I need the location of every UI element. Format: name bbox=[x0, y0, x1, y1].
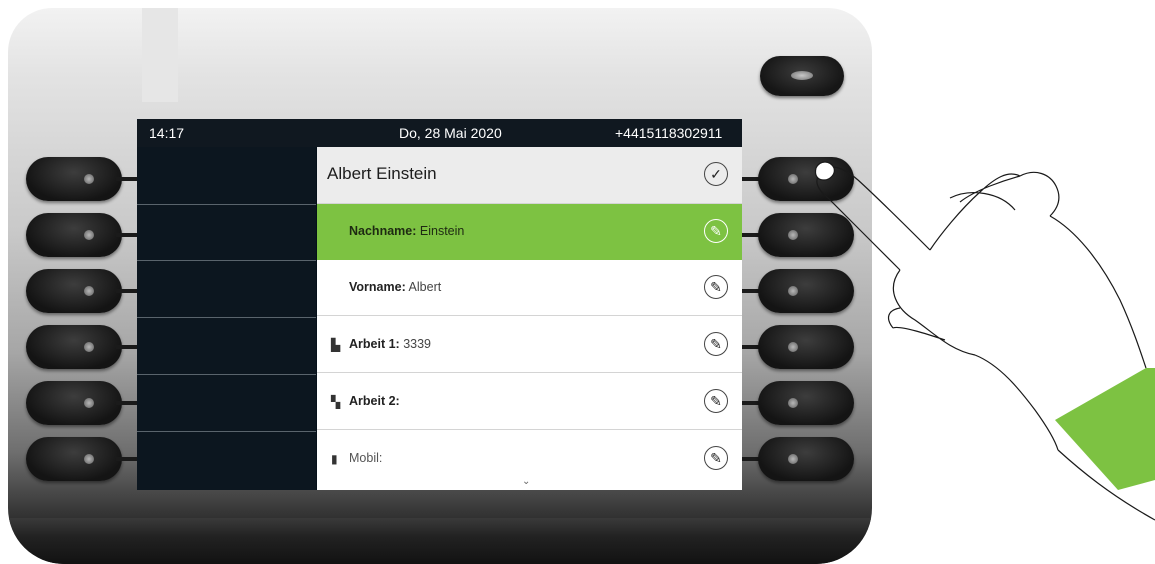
field-value: 3339 bbox=[403, 337, 432, 351]
field-label: Mobil: bbox=[349, 451, 383, 465]
field-row-vorname[interactable]: Vorname: Albert ✎ bbox=[317, 260, 742, 316]
checkmark-icon[interactable]: ✓ bbox=[704, 162, 728, 186]
divider bbox=[137, 317, 316, 318]
contact-edit-panel: Albert Einstein ✓ Nachname: Einstein ✎ V… bbox=[317, 147, 742, 490]
pencil-icon[interactable]: ✎ bbox=[704, 275, 728, 299]
left-softkey-4[interactable] bbox=[26, 325, 122, 369]
field-value: Albert bbox=[408, 280, 442, 294]
phone-tab bbox=[142, 8, 178, 102]
divider bbox=[137, 204, 316, 205]
field-value: Einstein bbox=[419, 224, 465, 238]
divider bbox=[137, 260, 316, 261]
left-softkey-2[interactable] bbox=[26, 213, 122, 257]
field-name: Arbeit 1 bbox=[349, 337, 396, 351]
phone-screen: 14:17 Do, 28 Mai 2020 +4415118302911 Alb… bbox=[137, 119, 742, 490]
status-number: +4415118302911 bbox=[615, 125, 723, 141]
left-softkey-6[interactable] bbox=[26, 437, 122, 481]
pencil-icon[interactable]: ✎ bbox=[704, 219, 728, 243]
field-name: Vorname bbox=[349, 280, 402, 294]
field-label: Arbeit 1: 3339 bbox=[349, 337, 432, 351]
led-indicator bbox=[791, 71, 813, 80]
left-softkey-3[interactable] bbox=[26, 269, 122, 313]
divider bbox=[137, 431, 316, 432]
field-label: Arbeit 2: bbox=[349, 394, 400, 408]
field-name: Arbeit 2 bbox=[349, 394, 396, 408]
building-icon: ▙ bbox=[331, 338, 341, 352]
chevron-down-icon: ⌄ bbox=[522, 476, 531, 487]
status-time: 14:17 bbox=[149, 125, 185, 141]
wrist-band bbox=[1055, 368, 1155, 490]
status-bar: 14:17 Do, 28 Mai 2020 +4415118302911 bbox=[137, 119, 742, 147]
pencil-icon[interactable]: ✎ bbox=[704, 446, 728, 470]
mobile-phone-icon: ▮ bbox=[331, 452, 338, 466]
pencil-icon[interactable]: ✎ bbox=[704, 332, 728, 356]
contact-name: Albert Einstein bbox=[327, 164, 437, 183]
left-softkey-panel bbox=[137, 147, 316, 490]
status-date: Do, 28 Mai 2020 bbox=[399, 125, 502, 141]
pencil-icon[interactable]: ✎ bbox=[704, 389, 728, 413]
left-softkey-5[interactable] bbox=[26, 381, 122, 425]
left-softkey-1[interactable] bbox=[26, 157, 122, 201]
phone-base bbox=[8, 518, 872, 564]
field-label: Vorname: Albert bbox=[349, 280, 442, 294]
field-row-arbeit-2[interactable]: ▚ Arbeit 2: ✎ bbox=[317, 374, 742, 430]
fingernail bbox=[814, 161, 835, 181]
field-row-nachname[interactable]: Nachname: Einstein ✎ bbox=[317, 204, 742, 260]
field-label: Nachname: Einstein bbox=[349, 224, 465, 238]
pointing-hand-icon bbox=[814, 161, 1155, 521]
field-name: Nachname bbox=[349, 224, 413, 238]
contact-header[interactable]: Albert Einstein ✓ bbox=[317, 147, 742, 204]
field-row-arbeit-1[interactable]: ▙ Arbeit 1: 3339 ✎ bbox=[317, 317, 742, 373]
field-name: Mobil bbox=[349, 451, 379, 465]
top-key[interactable] bbox=[760, 56, 844, 96]
building-2-icon: ▚ bbox=[331, 395, 341, 409]
divider bbox=[137, 374, 316, 375]
